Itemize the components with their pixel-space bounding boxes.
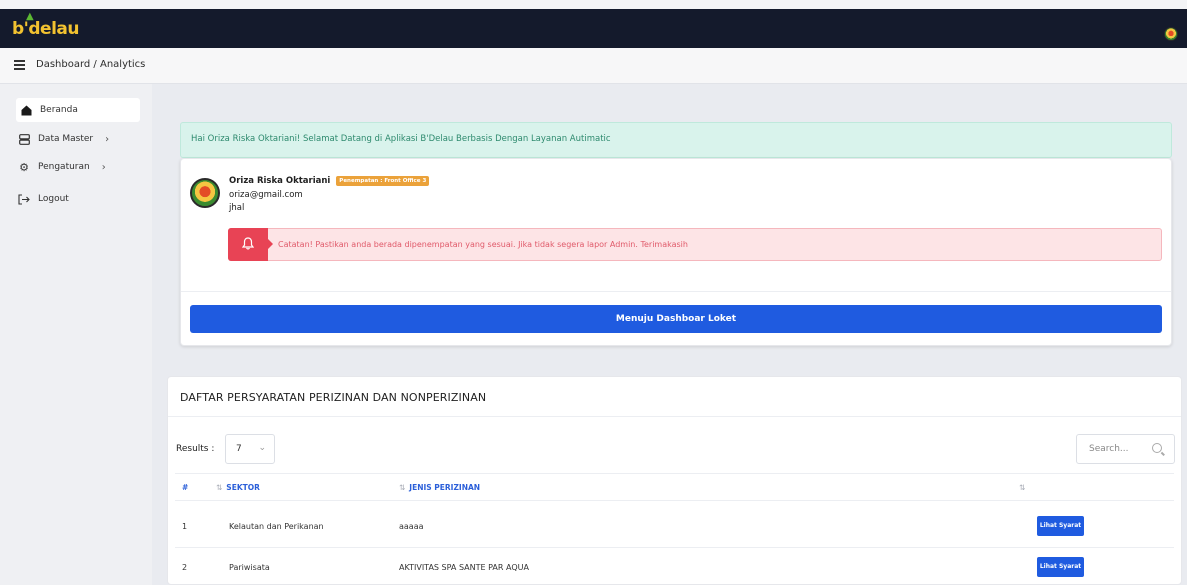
chevron-right-icon: › <box>101 161 106 173</box>
breadcrumb-bar: Dashboard / Analytics <box>0 48 1187 84</box>
leaf-icon: ▲ <box>26 11 34 22</box>
cell-number: 2 <box>182 563 188 572</box>
sidebar-item-pengaturan[interactable]: ⚙ Pengaturan › <box>18 155 106 179</box>
alert-text: Catatan! Pastikan anda berada dipenempat… <box>278 240 688 249</box>
divider <box>168 416 1181 417</box>
column-header-number[interactable]: # <box>182 483 188 492</box>
results-value: 7 <box>236 444 242 454</box>
sidebar-item-logout[interactable]: Logout <box>18 187 69 211</box>
cell-jenis-perizinan: AKTIVITAS SPA SANTE PAR AQUA <box>399 563 529 572</box>
search-icon <box>1152 443 1162 453</box>
dashboard-loket-button[interactable]: Menuju Dashboar Loket <box>190 305 1162 333</box>
sort-icon: ⇅ <box>216 483 223 492</box>
sort-icon: ⇅ <box>399 483 406 492</box>
sort-icon: ⇅ <box>1019 483 1026 492</box>
profile-card: Oriza Riska Oktariani Penempatan : Front… <box>180 158 1172 346</box>
profile-name-line: Oriza Riska Oktariani Penempatan : Front… <box>229 176 430 186</box>
home-icon <box>20 104 32 116</box>
divider <box>175 473 1174 474</box>
logo-text: b'delau <box>12 19 79 39</box>
divider <box>175 500 1174 501</box>
sidebar-item-label: Beranda <box>40 105 78 115</box>
welcome-banner: Hai Oriza Riska Oktariani! Selamat Datan… <box>180 122 1172 158</box>
breadcrumb: Dashboard / Analytics <box>36 59 146 70</box>
cell-jenis-perizinan: aaaaa <box>399 522 424 531</box>
sidebar-item-label: Logout <box>38 194 69 204</box>
profile-note: jhal <box>229 203 245 213</box>
lihat-syarat-button[interactable]: Lihat Syarat <box>1037 557 1084 577</box>
search-placeholder: Search... <box>1089 444 1129 454</box>
divider <box>181 291 1171 292</box>
column-header-action[interactable]: ⇅ <box>1019 483 1029 492</box>
app-logo[interactable]: ▲ b'delau <box>12 11 79 39</box>
user-avatar[interactable] <box>1164 27 1178 41</box>
results-per-page-select[interactable]: 7 ⌄ <box>225 434 275 464</box>
logout-icon <box>18 193 30 205</box>
placement-badge: Penempatan : Front Office 3 <box>336 176 430 186</box>
sidebar-item-beranda[interactable]: Beranda <box>16 98 140 122</box>
requirements-card: DAFTAR PERSYARATAN PERIZINAN DAN NONPERI… <box>167 376 1182 585</box>
top-navbar: ▲ b'delau <box>0 0 1187 48</box>
lihat-syarat-button[interactable]: Lihat Syarat <box>1037 516 1084 536</box>
profile-email: oriza@gmail.com <box>229 190 303 200</box>
alert-icon-box <box>228 228 273 261</box>
column-header-jenis-perizinan[interactable]: ⇅ JENIS PERIZINAN <box>399 483 480 492</box>
gear-icon: ⚙ <box>19 160 29 174</box>
sidebar-item-label: Pengaturan <box>38 162 90 172</box>
chevron-right-icon: › <box>105 133 110 145</box>
divider <box>175 547 1174 548</box>
card-title: DAFTAR PERSYARATAN PERIZINAN DAN NONPERI… <box>180 391 487 404</box>
cell-sektor: Kelautan dan Perikanan <box>229 522 324 531</box>
hamburger-menu-icon[interactable] <box>14 60 25 70</box>
bell-icon <box>241 237 255 253</box>
search-input[interactable]: Search... <box>1076 434 1175 464</box>
chevron-down-icon: ⌄ <box>258 443 266 453</box>
profile-avatar <box>190 178 220 208</box>
cell-sektor: Pariwisata <box>229 563 270 572</box>
results-label: Results : <box>176 444 215 454</box>
column-header-sektor[interactable]: ⇅ SEKTOR <box>216 483 260 492</box>
database-icon <box>18 133 30 145</box>
sidebar-item-label: Data Master <box>38 134 94 144</box>
cell-number: 1 <box>182 522 188 531</box>
sidebar-item-data-master[interactable]: Data Master › <box>18 127 109 151</box>
placement-alert: Catatan! Pastikan anda berada dipenempat… <box>228 228 1162 261</box>
profile-name: Oriza Riska Oktariani <box>229 176 331 186</box>
sidebar: Beranda Data Master › ⚙ Pengaturan › Log… <box>0 84 152 585</box>
